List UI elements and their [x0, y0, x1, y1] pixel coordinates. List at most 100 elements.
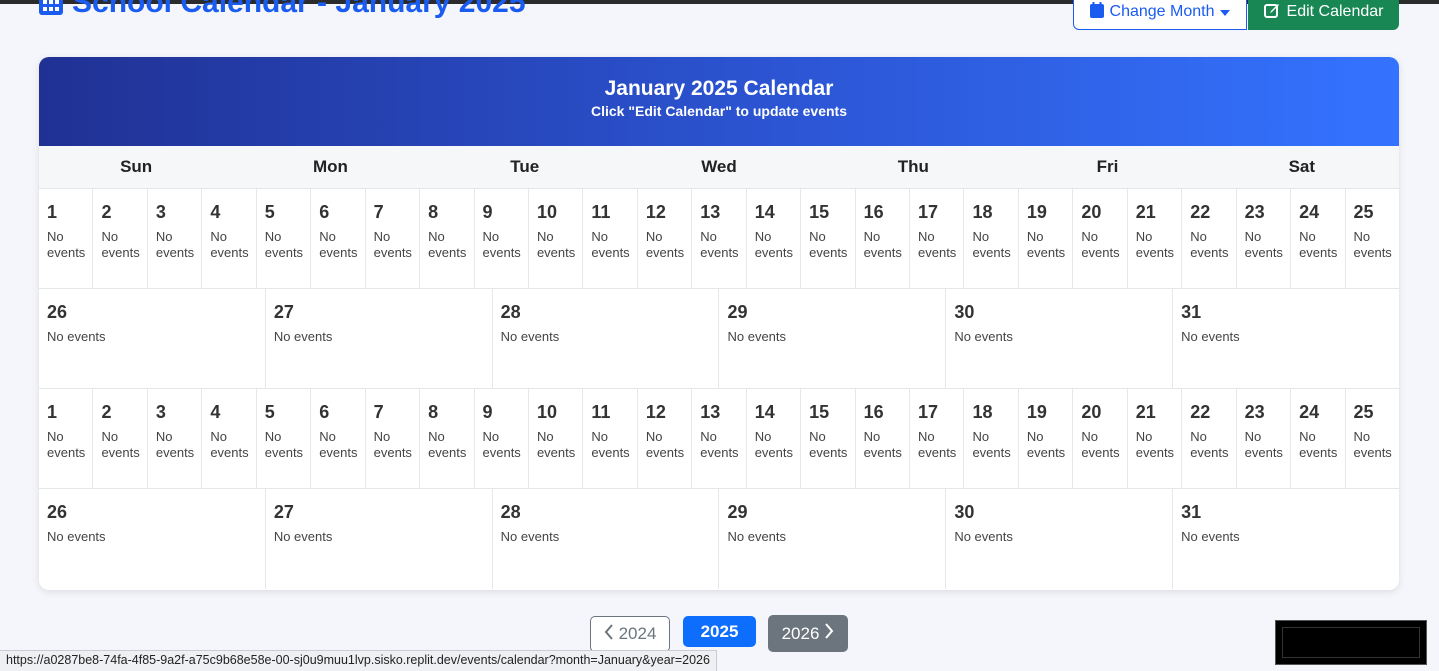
- calendar-day-cell[interactable]: 31 No events: [1173, 489, 1399, 589]
- calendar-day-cell[interactable]: 23 No events: [1237, 189, 1292, 288]
- chevron-right-icon: [824, 623, 834, 644]
- calendar-day-cell[interactable]: 10 No events: [529, 389, 584, 488]
- calendar-day-cell[interactable]: 17 No events: [910, 189, 965, 288]
- chevron-left-icon: [604, 623, 614, 645]
- day-events-text: No events: [645, 429, 685, 460]
- calendar-day-cell[interactable]: 22 No events: [1182, 389, 1237, 488]
- day-number: 4: [210, 402, 221, 422]
- edit-calendar-button[interactable]: Edit Calendar: [1248, 0, 1399, 30]
- calendar-day-cell[interactable]: 11 No events: [583, 389, 638, 488]
- calendar-day-cell[interactable]: 16 No events: [856, 189, 910, 288]
- calendar-day-cell[interactable]: 14 No events: [747, 189, 802, 288]
- day-number: 12: [645, 402, 666, 422]
- day-number: 22: [1190, 402, 1211, 422]
- day-events-text: No events: [918, 429, 957, 460]
- calendar-day-cell[interactable]: 3 No events: [148, 389, 203, 488]
- calendar-day-cell[interactable]: 17 No events: [910, 389, 965, 488]
- calendar-day-cell[interactable]: 5 No events: [257, 389, 312, 488]
- day-number: 26: [47, 302, 68, 322]
- calendar-day-cell[interactable]: 23 No events: [1237, 389, 1292, 488]
- calendar-card: January 2025 Calendar Click "Edit Calend…: [39, 57, 1399, 590]
- calendar-day-cell[interactable]: 24 No events: [1291, 389, 1346, 488]
- weekday-header-row: Sun Mon Tue Wed Thu Fri Sat: [39, 146, 1399, 189]
- day-events-text: No events: [954, 529, 1013, 544]
- calendar-day-cell[interactable]: 31 No events: [1173, 289, 1399, 388]
- calendar-day-cell[interactable]: 13 No events: [692, 389, 747, 488]
- calendar-week-row: 26 No events 27 No events 28 No events 29 No ev…: [39, 289, 1399, 389]
- calendar-day-cell[interactable]: 28 No events: [493, 289, 720, 388]
- calendar-day-cell[interactable]: 30 No events: [946, 289, 1174, 388]
- calendar-day-cell[interactable]: 12 No events: [638, 389, 693, 488]
- calendar-icon: [1089, 1, 1104, 23]
- calendar-day-cell[interactable]: 15 No events: [801, 389, 856, 488]
- day-number: 11: [591, 202, 611, 222]
- calendar-day-cell[interactable]: 8 No events: [420, 189, 475, 288]
- calendar-day-cell[interactable]: 20 No events: [1073, 189, 1128, 288]
- day-events-text: No events: [47, 329, 106, 344]
- calendar-day-cell[interactable]: 11 No events: [583, 189, 638, 288]
- next-year-button[interactable]: 2026: [768, 615, 848, 652]
- calendar-day-cell[interactable]: 28 No events: [493, 489, 720, 589]
- calendar-day-cell[interactable]: 29 No events: [719, 489, 947, 589]
- day-number: 3: [155, 202, 166, 222]
- current-year-button[interactable]: 2025: [683, 616, 756, 647]
- day-events-text: No events: [536, 429, 576, 460]
- calendar-day-cell[interactable]: 18 No events: [964, 389, 1019, 488]
- calendar-day-cell[interactable]: 25 No events: [1346, 389, 1399, 488]
- calendar-day-cell[interactable]: 6 No events: [311, 189, 366, 288]
- calendar-day-cell[interactable]: 29 No events: [719, 289, 947, 388]
- calendar-day-cell[interactable]: 26 No events: [39, 289, 266, 388]
- calendar-day-cell[interactable]: 9 No events: [475, 189, 529, 288]
- calendar-day-cell[interactable]: 7 No events: [366, 389, 421, 488]
- day-events-text: No events: [1244, 429, 1283, 460]
- change-month-button[interactable]: Change Month: [1073, 0, 1247, 30]
- day-number: 25: [1353, 402, 1374, 422]
- day-events-text: No events: [1081, 429, 1120, 460]
- day-events-text: No events: [972, 429, 1011, 460]
- calendar-day-cell[interactable]: 7 No events: [366, 189, 421, 288]
- day-number: 28: [500, 302, 521, 322]
- day-number: 13: [700, 402, 721, 422]
- calendar-day-cell[interactable]: 21 No events: [1128, 189, 1183, 288]
- calendar-day-cell[interactable]: 10 No events: [529, 189, 584, 288]
- calendar-day-cell[interactable]: 6 No events: [311, 389, 366, 488]
- calendar-day-cell[interactable]: 9 No events: [475, 389, 529, 488]
- calendar-day-cell[interactable]: 13 No events: [692, 189, 747, 288]
- calendar-day-cell[interactable]: 3 No events: [148, 189, 203, 288]
- day-number: 9: [482, 402, 493, 422]
- calendar-day-cell[interactable]: 19 No events: [1019, 189, 1074, 288]
- calendar-day-cell[interactable]: 24 No events: [1291, 189, 1346, 288]
- calendar-day-cell[interactable]: 18 No events: [964, 189, 1019, 288]
- calendar-day-cell[interactable]: 27 No events: [266, 289, 493, 388]
- day-number: 14: [754, 402, 775, 422]
- calendar-day-cell[interactable]: 4 No events: [202, 189, 257, 288]
- day-events-text: No events: [47, 529, 106, 544]
- calendar-day-cell[interactable]: 2 No events: [93, 389, 148, 488]
- day-number: 17: [918, 402, 939, 422]
- calendar-day-cell[interactable]: 15 No events: [801, 189, 856, 288]
- calendar-day-cell[interactable]: 20 No events: [1073, 389, 1128, 488]
- day-number: 26: [47, 502, 68, 522]
- calendar-day-cell[interactable]: 21 No events: [1128, 389, 1183, 488]
- calendar-day-cell[interactable]: 25 No events: [1346, 189, 1399, 288]
- calendar-day-cell[interactable]: 27 No events: [266, 489, 493, 589]
- calendar-day-cell[interactable]: 30 No events: [946, 489, 1174, 589]
- calendar-day-cell[interactable]: 16 No events: [856, 389, 910, 488]
- calendar-day-cell[interactable]: 1 No events: [39, 389, 94, 488]
- calendar-day-cell[interactable]: 14 No events: [747, 389, 802, 488]
- day-number: 19: [1026, 402, 1047, 422]
- calendar-day-cell[interactable]: 19 No events: [1019, 389, 1074, 488]
- day-events-text: No events: [428, 229, 467, 260]
- calendar-day-cell[interactable]: 12 No events: [638, 189, 693, 288]
- calendar-day-cell[interactable]: 8 No events: [420, 389, 475, 488]
- prev-year-button[interactable]: 2024: [590, 616, 670, 652]
- video-overlay: [1275, 620, 1427, 665]
- day-events-text: No events: [1181, 529, 1240, 544]
- calendar-day-cell[interactable]: 5 No events: [257, 189, 312, 288]
- calendar-day-cell[interactable]: 22 No events: [1182, 189, 1237, 288]
- calendar-day-cell[interactable]: 1 No events: [39, 189, 94, 288]
- day-number: 28: [500, 502, 521, 522]
- calendar-day-cell[interactable]: 2 No events: [93, 189, 148, 288]
- calendar-day-cell[interactable]: 4 No events: [202, 389, 257, 488]
- calendar-day-cell[interactable]: 26 No events: [39, 489, 266, 589]
